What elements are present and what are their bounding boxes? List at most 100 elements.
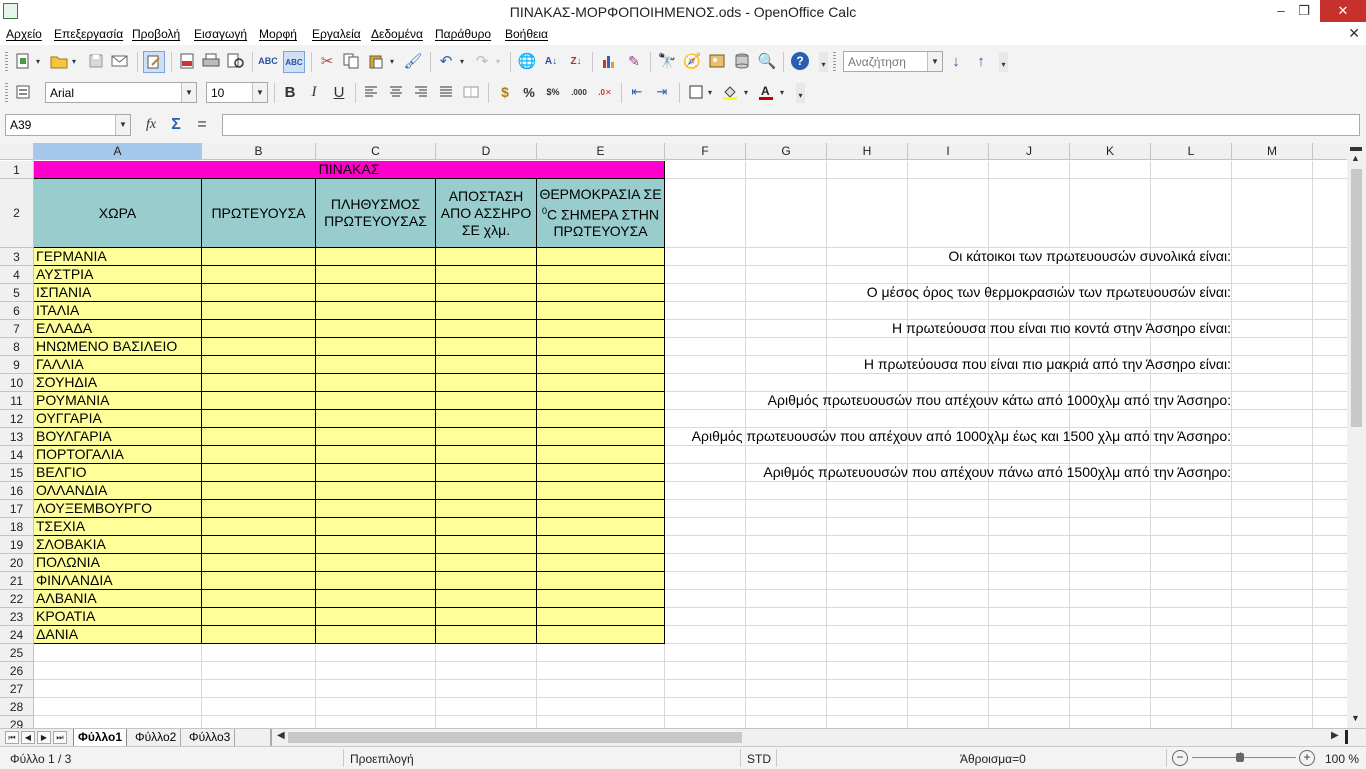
name-box-value[interactable]: A39 [10, 118, 31, 132]
table-title-cell[interactable]: ΠΙΝΑΚΑΣ [34, 161, 665, 179]
horizontal-scroll-thumb[interactable] [288, 732, 742, 743]
data-cell[interactable] [202, 590, 316, 608]
country-cell[interactable]: ΓΕΡΜΑΝΙΑ [34, 248, 202, 266]
undo-dropdown-arrow-icon[interactable]: ▾ [457, 52, 467, 70]
row-header-7[interactable]: 7 [0, 320, 34, 338]
column-header-i[interactable]: I [908, 143, 989, 160]
copy-icon[interactable] [342, 52, 360, 70]
country-cell[interactable]: ΓΑΛΛΙΑ [34, 356, 202, 374]
toolbar-grip[interactable] [5, 52, 8, 72]
autospellcheck-icon[interactable]: ABC [283, 51, 305, 73]
column-header-h[interactable]: H [827, 143, 908, 160]
row-header-12[interactable]: 12 [0, 410, 34, 428]
bold-icon[interactable]: B [281, 83, 299, 101]
data-cell[interactable] [316, 464, 436, 482]
data-cell[interactable] [202, 482, 316, 500]
formatting-overflow-icon[interactable]: ▾ [796, 83, 805, 103]
data-cell[interactable] [316, 482, 436, 500]
data-cell[interactable] [316, 356, 436, 374]
data-cell[interactable] [537, 554, 665, 572]
country-cell[interactable]: ΑΥΣΤΡΙΑ [34, 266, 202, 284]
scroll-left-arrow-icon[interactable]: ◀ [277, 730, 285, 741]
data-cell[interactable] [537, 428, 665, 446]
selection-mode[interactable]: STD [747, 752, 771, 766]
column-header-c[interactable]: C [316, 143, 436, 160]
data-cell[interactable] [316, 302, 436, 320]
data-cell[interactable] [537, 266, 665, 284]
menu-file[interactable]: Αρχείο [6, 27, 42, 41]
country-cell[interactable]: ΡΟΥΜΑΝΙΑ [34, 392, 202, 410]
data-cell[interactable] [436, 572, 537, 590]
sheet-tab-1[interactable]: Φύλλο1 [73, 729, 128, 746]
country-cell[interactable]: ΙΣΠΑΝΙΑ [34, 284, 202, 302]
data-cell[interactable] [436, 356, 537, 374]
column-header-g[interactable]: G [746, 143, 827, 160]
country-cell[interactable]: ΕΛΛΑΔΑ [34, 320, 202, 338]
data-cell[interactable] [202, 446, 316, 464]
find-next-icon[interactable]: ↓ [947, 52, 965, 70]
navigator-icon[interactable]: 🧭 [683, 52, 702, 70]
menu-insert[interactable]: Εισαγωγή [194, 27, 247, 41]
column-header-a[interactable]: A [34, 143, 202, 160]
data-cell[interactable] [436, 500, 537, 518]
background-color-icon[interactable] [721, 83, 739, 101]
column-header-b[interactable]: B [202, 143, 316, 160]
paste-icon[interactable] [367, 52, 385, 70]
country-cell[interactable]: ΠΟΡΤΟΓΑΛΙΑ [34, 446, 202, 464]
data-cell[interactable] [537, 356, 665, 374]
data-cell[interactable] [202, 248, 316, 266]
data-cell[interactable] [436, 338, 537, 356]
row-header-21[interactable]: 21 [0, 572, 34, 590]
row-header-25[interactable]: 25 [0, 644, 34, 662]
country-cell[interactable]: ΠΟΛΩΝΙΑ [34, 554, 202, 572]
country-cell[interactable]: ΚΡΟΑΤΙΑ [34, 608, 202, 626]
align-center-icon[interactable] [387, 83, 405, 101]
header-temperature-cell[interactable]: ΘΕΡΜΟΚΡΑΣΙΑ ΣΕ 0C ΣΗΜΕΡΑ ΣΤΗΝ ΠΡΩΤΕΥΟΥΣΑ [537, 179, 665, 248]
country-cell[interactable]: ΣΟΥΗΔΙΑ [34, 374, 202, 392]
header-distance-cell[interactable]: ΑΠΟΣΤΑΣΗ ΑΠΟ ΑΣΣΗΡΟ ΣΕ χλμ. [436, 179, 537, 248]
data-cell[interactable] [537, 464, 665, 482]
menu-format[interactable]: Μορφή [259, 27, 297, 41]
summary-label[interactable]: Η πρωτεύουσα που είναι πιο κοντά στην Άσ… [892, 320, 1231, 337]
data-cell[interactable] [316, 284, 436, 302]
name-box[interactable]: A39 ▼ [5, 114, 131, 136]
justify-icon[interactable] [437, 83, 455, 101]
country-cell[interactable]: ΟΛΛΑΝΔΙΑ [34, 482, 202, 500]
toolbar-overflow-icon[interactable]: ▾ [819, 52, 828, 72]
scroll-up-arrow-icon[interactable]: ▲ [1351, 153, 1360, 163]
country-cell[interactable]: ΙΤΑΛΙΑ [34, 302, 202, 320]
data-cell[interactable] [202, 464, 316, 482]
standard-format-icon[interactable]: $% [544, 83, 562, 101]
data-cell[interactable] [202, 392, 316, 410]
open-folder-icon[interactable] [50, 52, 68, 70]
row-header-22[interactable]: 22 [0, 590, 34, 608]
summary-label[interactable]: Αριθμός πρωτευουσών που απέχουν κάτω από… [768, 392, 1231, 409]
data-cell[interactable] [202, 572, 316, 590]
data-cell[interactable] [316, 428, 436, 446]
previous-sheet-icon[interactable]: ◀ [21, 731, 35, 744]
summary-label[interactable]: Η πρωτεύουσα που είναι πιο μακριά από τη… [864, 356, 1231, 373]
font-color-icon[interactable]: A [757, 83, 775, 101]
data-cell[interactable] [537, 482, 665, 500]
data-cell[interactable] [316, 248, 436, 266]
delete-decimal-icon[interactable]: .0✕ [596, 83, 614, 101]
horizontal-split-handle[interactable] [1345, 730, 1348, 744]
search-input[interactable]: Αναζήτηση [848, 55, 906, 69]
data-cell[interactable] [436, 608, 537, 626]
country-cell[interactable]: ΒΕΛΓΙΟ [34, 464, 202, 482]
data-cell[interactable] [436, 302, 537, 320]
data-cell[interactable] [537, 590, 665, 608]
column-header-j[interactable]: J [989, 143, 1070, 160]
zoom-in-icon[interactable]: + [1299, 750, 1315, 766]
sort-descending-icon[interactable]: Z↓ [567, 52, 585, 70]
data-cell[interactable] [537, 410, 665, 428]
data-cell[interactable] [436, 482, 537, 500]
data-cell[interactable] [537, 284, 665, 302]
toolbar-grip[interactable] [833, 52, 836, 72]
summary-label[interactable]: Οι κάτοικοι των πρωτευουσών συνολικά είν… [948, 248, 1231, 265]
data-cell[interactable] [202, 338, 316, 356]
row-header-17[interactable]: 17 [0, 500, 34, 518]
sum-icon[interactable]: Σ [167, 116, 185, 134]
row-header-8[interactable]: 8 [0, 338, 34, 356]
page-preview-icon[interactable] [227, 52, 245, 70]
